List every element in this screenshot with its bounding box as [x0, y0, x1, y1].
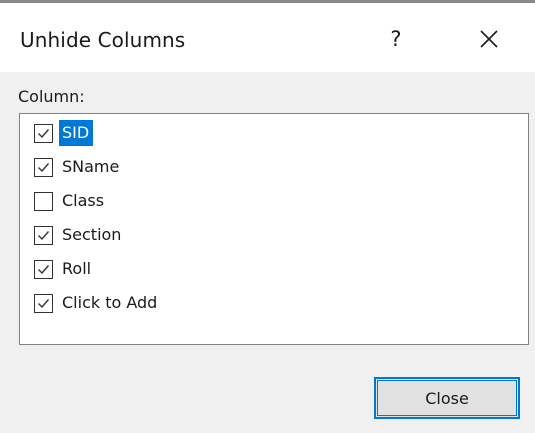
- checkbox-click-to-add[interactable]: [34, 293, 53, 313]
- list-item[interactable]: SID: [34, 118, 94, 148]
- list-item-label: Roll: [62, 259, 92, 278]
- checkbox-sid[interactable]: [34, 123, 53, 143]
- close-button-label: Close: [425, 388, 469, 408]
- help-button[interactable]: ?: [376, 19, 416, 59]
- title-bar: Unhide Columns ?: [0, 3, 535, 72]
- close-icon[interactable]: [470, 20, 508, 58]
- list-item-label: SID: [59, 120, 94, 146]
- columns-listbox[interactable]: SID SName Class Section Roll Click to Ad…: [19, 113, 529, 345]
- list-item-label: Class: [62, 191, 105, 210]
- list-item[interactable]: Click to Add: [34, 288, 161, 318]
- checkbox-sname[interactable]: [34, 157, 53, 177]
- list-item-label: Click to Add: [62, 293, 158, 312]
- list-item-label: Section: [62, 225, 122, 244]
- column-label: Column:: [18, 87, 85, 106]
- list-item[interactable]: SName: [34, 152, 123, 182]
- dialog-title: Unhide Columns: [20, 28, 186, 52]
- checkbox-section[interactable]: [34, 225, 53, 245]
- checkbox-class[interactable]: [34, 191, 53, 211]
- list-item[interactable]: Class: [34, 186, 108, 216]
- unhide-columns-dialog: Unhide Columns ? Column: SID SName Class: [0, 0, 535, 433]
- list-item[interactable]: Section: [34, 220, 125, 250]
- list-item[interactable]: Roll: [34, 254, 95, 284]
- checkbox-roll[interactable]: [34, 259, 53, 279]
- close-button[interactable]: Close: [374, 377, 520, 419]
- list-item-label: SName: [62, 157, 120, 176]
